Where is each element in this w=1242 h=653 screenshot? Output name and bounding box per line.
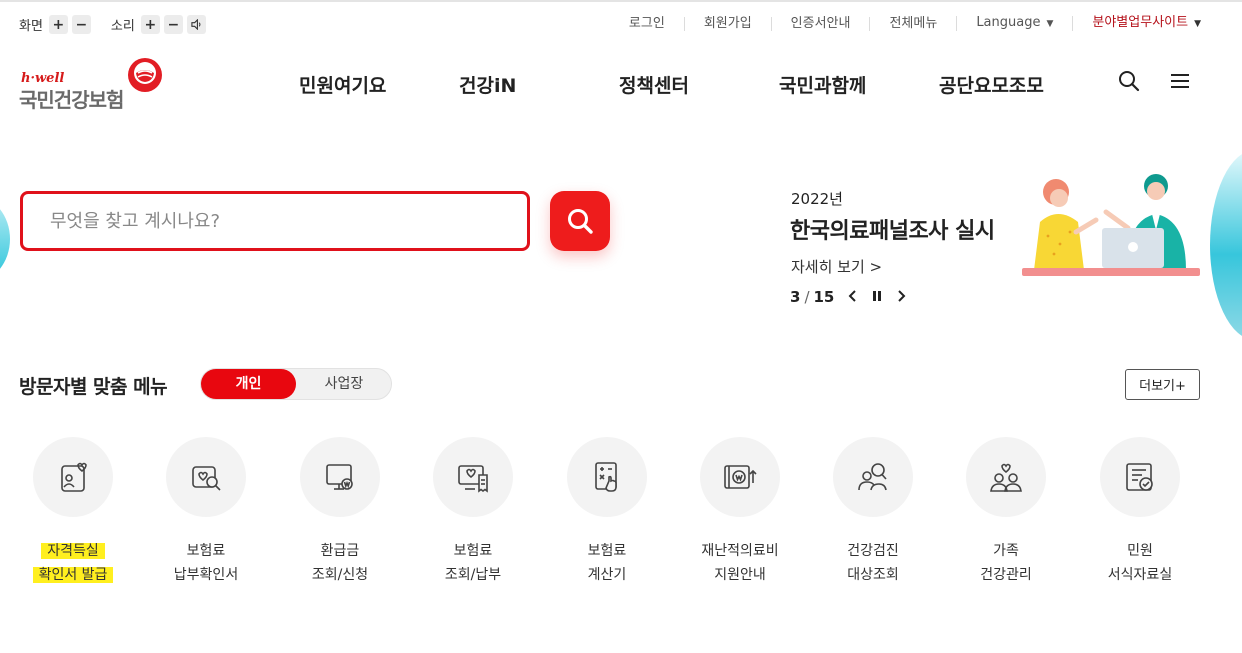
pagination-separator: / (804, 287, 810, 306)
field-sites-select[interactable]: 분야별업무사이트 ▼ (1072, 16, 1201, 31)
zoom-out-button[interactable]: − (71, 15, 91, 34)
document-check-icon (1100, 437, 1180, 517)
banner-more-link[interactable]: 자세히 보기 > (791, 256, 882, 277)
service-label-line2: 조회/납부 (444, 567, 502, 583)
pause-icon[interactable] (872, 287, 882, 306)
family-heart-icon (966, 437, 1046, 517)
font-sound-controls: 화면 + − 소리 + − (19, 15, 210, 34)
decorative-shape-left (0, 196, 10, 282)
volume-up-button[interactable]: + (140, 15, 160, 34)
next-arrow-icon[interactable] (896, 287, 906, 306)
visitor-type-toggle: 개인 사업장 (200, 368, 392, 400)
service-label-line2: 계산기 (587, 567, 627, 583)
service-label-line1: 자격득실 (41, 543, 105, 559)
tab-personal[interactable]: 개인 (201, 369, 296, 399)
heart-search-icon (166, 437, 246, 517)
all-menu-link[interactable]: 전체메뉴 (869, 16, 956, 31)
signup-link[interactable]: 회원가입 (683, 16, 771, 31)
service-label-line1: 건강검진 (847, 543, 899, 559)
prev-arrow-icon[interactable] (848, 287, 858, 306)
top-border (0, 0, 1242, 2)
calculator-hand-icon (567, 437, 647, 517)
service-label-line1: 보험료 (587, 543, 627, 559)
search-icon (568, 209, 593, 234)
field-sites-label: 분야별업무사이트 (1092, 15, 1189, 30)
service-label-line2: 건강관리 (980, 567, 1032, 583)
service-label-line2: 대상조회 (847, 567, 899, 583)
service-label: 가족 건강관리 (936, 539, 1076, 587)
language-select[interactable]: Language ▼ (956, 16, 1072, 31)
logo-name: 국민건강보험 (19, 88, 124, 112)
caret-down-icon: ▼ (1194, 19, 1201, 29)
banner-total-pages: 15 (813, 287, 835, 306)
people-search-icon (833, 437, 913, 517)
search-box (20, 191, 530, 251)
service-label-line2: 지원안내 (714, 567, 766, 583)
sound-label: 소리 (110, 19, 135, 34)
logo-emblem-icon (128, 58, 162, 92)
search-button[interactable] (550, 191, 610, 251)
service-label: 환급금 조회/신청 (270, 539, 410, 587)
nav-policy-center[interactable]: 정책센터 (619, 71, 689, 98)
tab-business[interactable]: 사업장 (296, 369, 392, 399)
service-label: 자격득실 확인서 발급 (3, 539, 143, 587)
search-icon[interactable] (1118, 70, 1140, 92)
nav-with-people[interactable]: 국민과함께 (779, 71, 866, 98)
banner-title[interactable]: 한국의료패널조사 실시 (790, 213, 995, 245)
zoom-in-button[interactable]: + (48, 15, 68, 34)
service-label-line1: 보험료 (453, 543, 493, 559)
site-logo[interactable]: h·well 국민건강보험 (19, 57, 169, 112)
caret-down-icon: ▼ (1046, 19, 1054, 29)
service-label-line1: 민원 (1127, 543, 1153, 559)
service-label: 민원 서식자료실 (1070, 539, 1210, 587)
banner-illustration (1022, 174, 1200, 276)
service-label-line1: 재난적의료비 (701, 543, 779, 559)
speaker-icon[interactable] (186, 15, 206, 34)
service-label-line1: 환급금 (320, 543, 360, 559)
nav-minwon[interactable]: 민원여기요 (299, 71, 386, 98)
banner-year: 2022년 (791, 190, 843, 208)
hamburger-menu-icon[interactable] (1170, 73, 1190, 89)
banner-pagination: 3 / 15 (790, 287, 906, 306)
more-button[interactable]: 더보기+ (1125, 369, 1200, 400)
nav-health-in[interactable]: 건강iN (459, 71, 516, 98)
banner-current-page: 3 (790, 287, 801, 306)
service-label-line2: 확인서 발급 (32, 567, 114, 583)
monitor-receipt-icon (433, 437, 513, 517)
decorative-shape-right (1210, 150, 1242, 340)
utility-links: 로그인 회원가입 인증서안내 전체메뉴 Language ▼ 분야별업무사이트 ▼ (610, 16, 1201, 31)
service-label-line2: 조회/신청 (311, 567, 369, 583)
service-label-line2: 납부확인서 (173, 567, 239, 583)
service-label-line1: 가족 (993, 543, 1019, 559)
service-label: 보험료 계산기 (537, 539, 677, 587)
search-input[interactable] (50, 206, 500, 236)
service-label-line1: 보험료 (186, 543, 226, 559)
nav-corporation-info[interactable]: 공단요모조모 (939, 71, 1044, 98)
service-label: 건강검진 대상조회 (803, 539, 943, 587)
login-link[interactable]: 로그인 (610, 16, 684, 31)
screen-zoom-label: 화면 (19, 19, 43, 34)
service-label: 보험료 조회/납부 (403, 539, 543, 587)
service-label-line2: 서식자료실 (1107, 567, 1173, 583)
card-won-arrow-icon (700, 437, 780, 517)
language-label: Language (976, 15, 1041, 30)
visitor-menu-title: 방문자별 맞춤 메뉴 (19, 376, 168, 398)
certificate-guide-link[interactable]: 인증서안내 (770, 16, 870, 31)
service-label: 재난적의료비 지원안내 (670, 539, 810, 587)
id-card-heart-icon (33, 437, 113, 517)
volume-down-button[interactable]: − (163, 15, 183, 34)
service-label: 보험료 납부확인서 (136, 539, 276, 587)
monitor-won-icon (300, 437, 380, 517)
